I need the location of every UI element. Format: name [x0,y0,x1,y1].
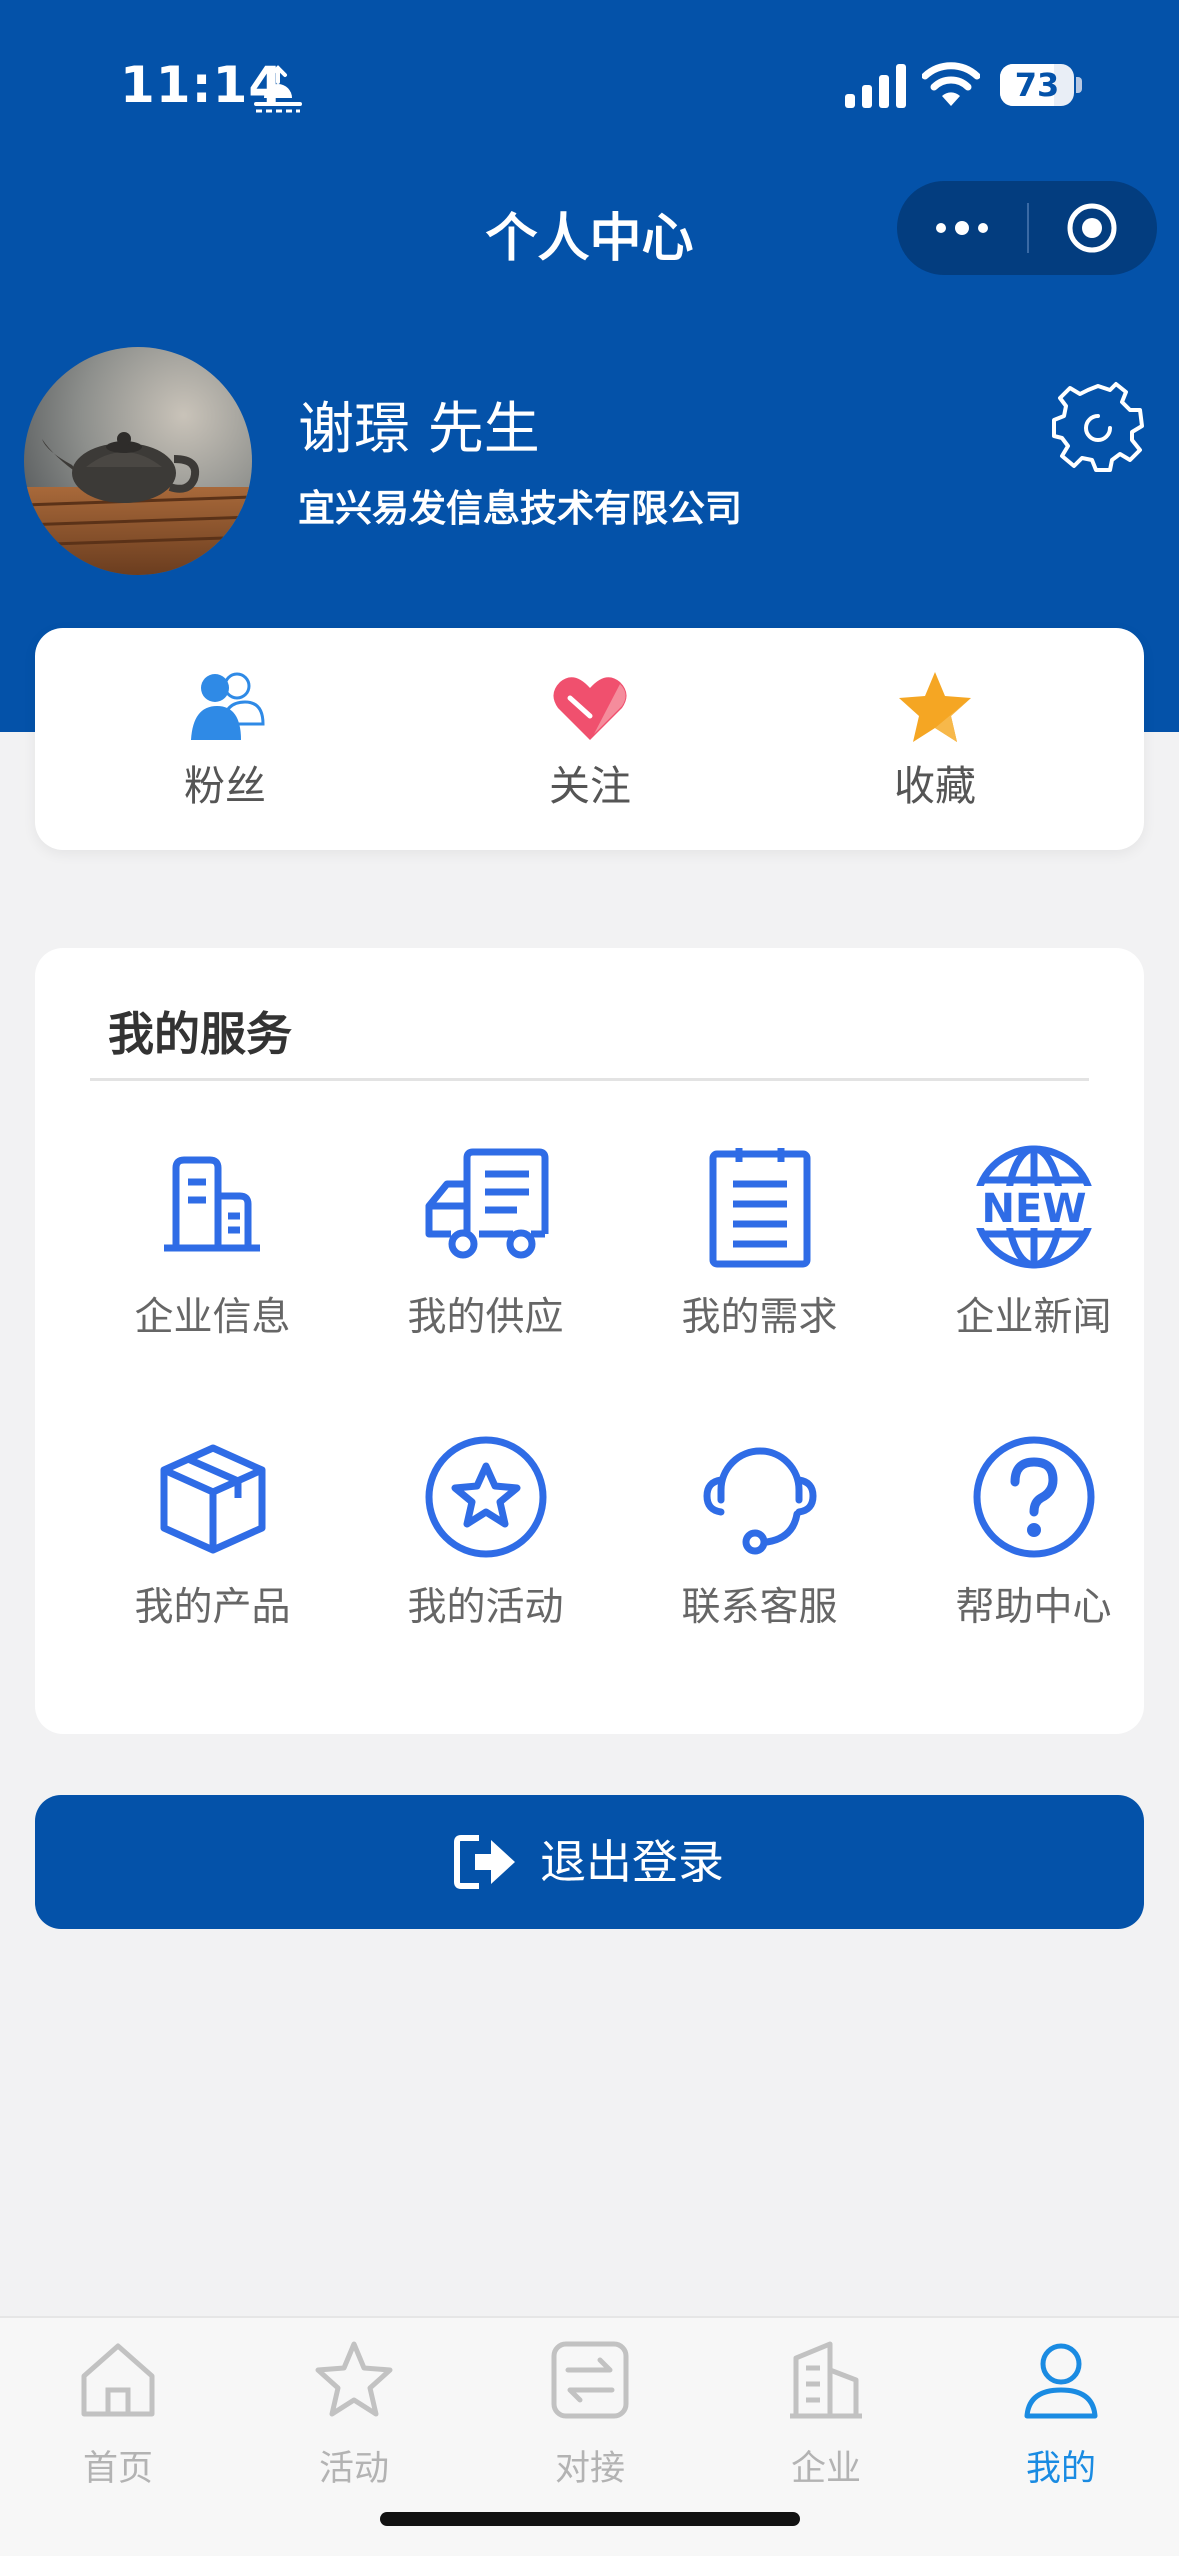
gear-icon[interactable] [1052,380,1144,472]
service-label: 我的活动 [407,1585,564,1630]
box-icon [160,1444,266,1554]
tab-label: 首页 [82,2449,153,2489]
battery-indicator: 73 [1000,64,1074,106]
home-indicator [380,2512,800,2526]
services-divider [90,1078,1089,1081]
headset-icon [703,1447,817,1555]
service-label: 帮助中心 [955,1585,1112,1630]
avatar-teapot-image [24,347,252,575]
star-outline-icon [315,2341,393,2417]
clipboard-icon [709,1148,811,1268]
battery-level-text: 73 [1014,66,1060,104]
heart-icon [553,677,627,740]
truck-icon [425,1148,549,1259]
services-title: 我的服务 [108,1007,292,1061]
service-my-supply[interactable]: 我的供应 [349,1144,622,1374]
service-company-news[interactable]: NEW 企业新闻 [897,1144,1170,1374]
tab-label: 企业 [790,2449,861,2489]
stat-label: 粉丝 [184,762,266,810]
battery-cap [1076,77,1082,93]
stats-card: 粉丝 关注 收藏 [35,628,1144,850]
service-label: 企业新闻 [955,1295,1112,1340]
signal-icon [845,64,906,108]
service-my-products[interactable]: 我的产品 [76,1434,349,1664]
tab-activities[interactable]: 活动 [236,2340,472,2500]
service-label: 联系客服 [681,1585,838,1630]
service-my-activities[interactable]: 我的活动 [349,1434,622,1664]
close-target-icon[interactable] [1057,201,1127,255]
services-card: 我的服务 企业信息 我的供应 我的需求 NEW 企业新闻 我的产品 我的活动 联… [35,948,1144,1734]
service-company-info[interactable]: 企业信息 [76,1144,349,1374]
tab-label: 对接 [554,2449,625,2489]
service-label: 我的产品 [134,1585,291,1630]
tab-label: 活动 [318,2449,389,2489]
tab-home[interactable]: 首页 [0,2340,236,2500]
wifi-icon [922,62,980,106]
status-bar: 11:14 73 [0,0,1179,170]
stat-follow[interactable]: 关注 [420,628,760,850]
stat-fans[interactable]: 粉丝 [55,628,395,850]
service-contact-support[interactable]: 联系客服 [623,1434,896,1664]
logout-icon [454,1835,515,1889]
tab-label: 我的 [1025,2449,1096,2489]
more-icon[interactable] [927,201,997,255]
tab-connect[interactable]: 对接 [472,2340,708,2500]
service-my-demand[interactable]: 我的需求 [623,1144,896,1374]
star-circle-icon [425,1436,547,1558]
help-icon [973,1436,1095,1558]
stat-label: 收藏 [894,762,976,810]
user-name: 谢璟 先生 [298,397,540,462]
service-help-center[interactable]: 帮助中心 [897,1434,1170,1664]
star-icon [899,672,971,742]
news-globe-icon: NEW [971,1145,1097,1269]
exchange-icon [551,2341,629,2419]
stat-label: 关注 [549,762,631,810]
service-label: 我的需求 [681,1295,838,1340]
service-label: 企业信息 [134,1295,291,1340]
enterprise-icon [790,2341,862,2419]
service-label: 我的供应 [407,1295,564,1340]
company-name: 宜兴易发信息技术有限公司 [298,487,742,530]
stat-favorites[interactable]: 收藏 [765,628,1105,850]
mini-program-capsule [897,181,1157,275]
tab-mine[interactable]: 我的 [943,2340,1179,2500]
user-icon [1024,2343,1098,2419]
avatar[interactable] [24,347,252,575]
fans-icon [191,672,265,740]
logout-label: 退出登录 [540,1835,724,1889]
building-icon [164,1156,260,1252]
svg-text:NEW: NEW [982,1186,1087,1232]
sunrise-icon [254,65,302,113]
home-icon [81,2343,155,2417]
capsule-divider [1027,203,1029,253]
tab-enterprise[interactable]: 企业 [708,2340,944,2500]
logout-button[interactable]: 退出登录 [35,1795,1144,1929]
